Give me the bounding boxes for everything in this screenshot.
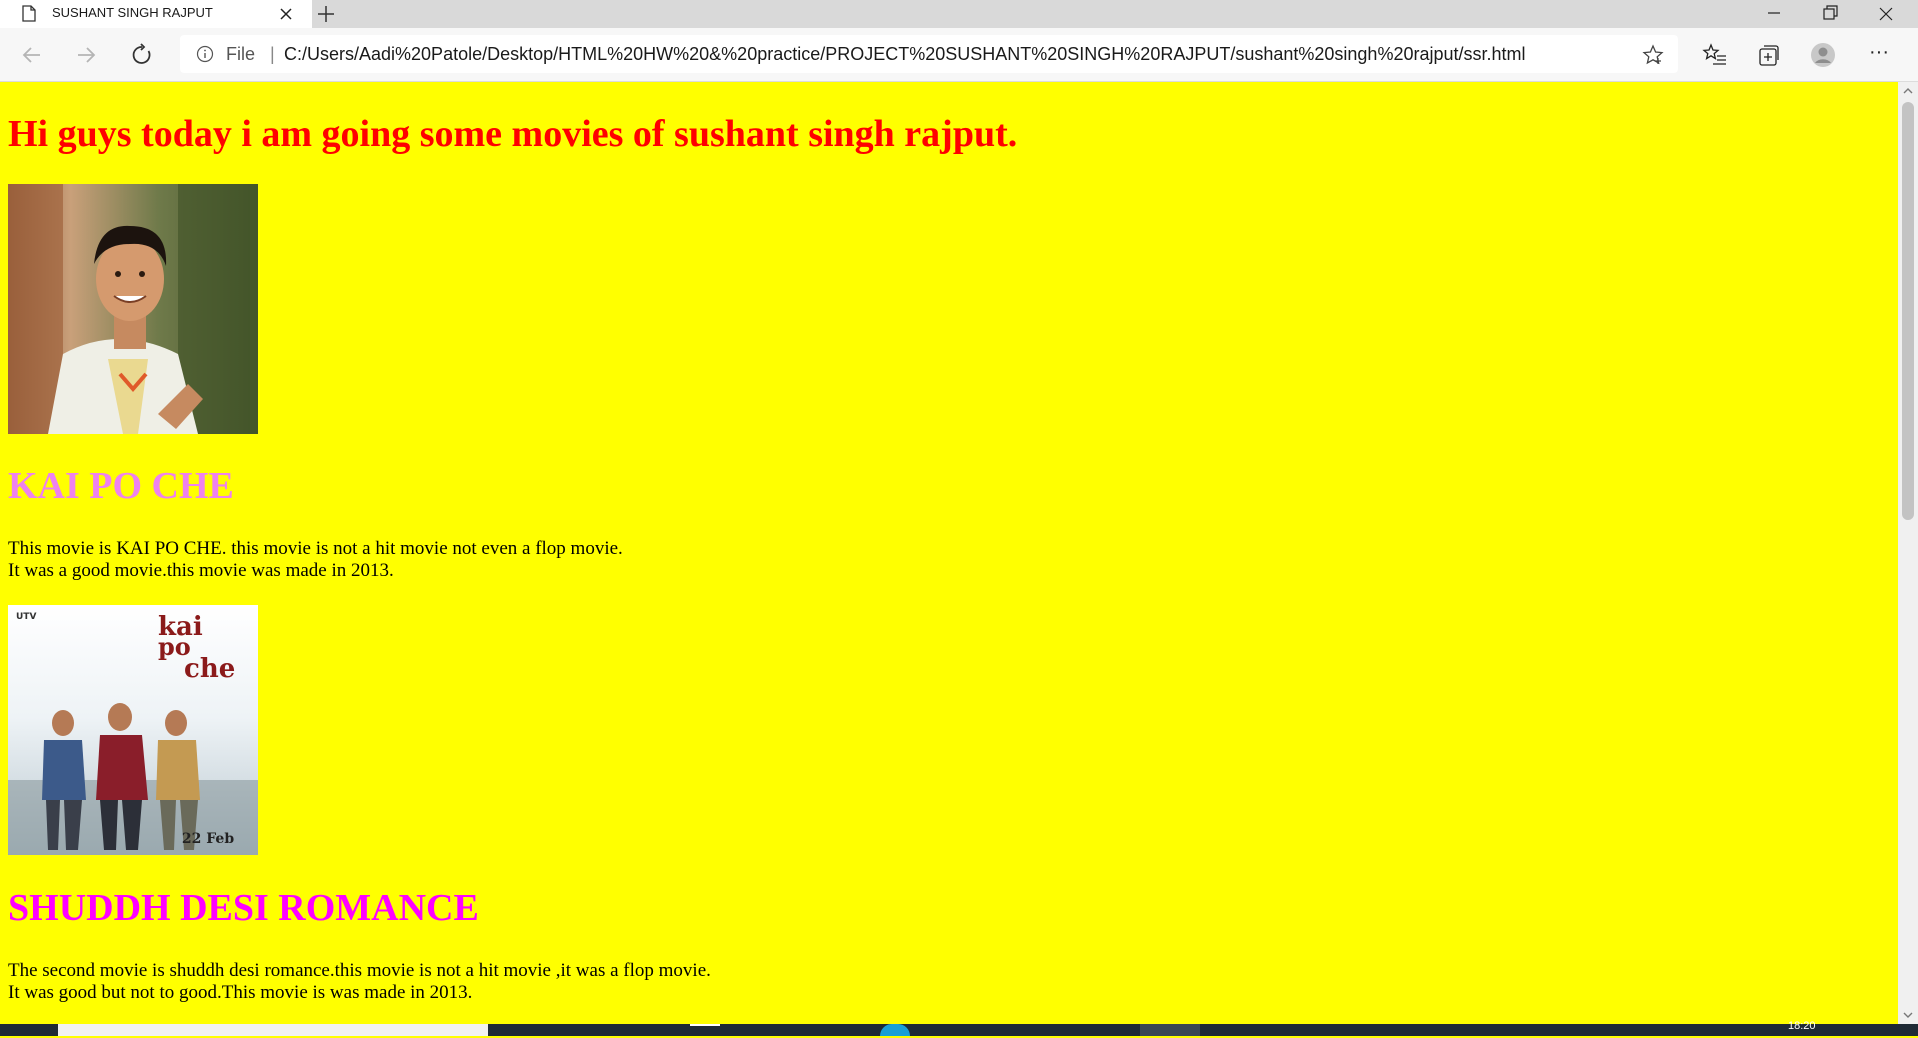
close-tab-icon[interactable] [278,6,294,22]
restore-icon[interactable] [1802,0,1858,28]
taskbar-search-box[interactable] [58,1024,488,1036]
page-heading: Hi guys today i am going some movies of … [8,113,1018,155]
refresh-icon[interactable] [130,43,154,67]
forward-arrow-icon[interactable] [74,43,98,67]
movie-title-shuddh-desi-romance: SHUDDH DESI ROMANCE [8,887,479,929]
scroll-down-arrow-icon[interactable] [1902,1010,1914,1020]
description-line: This movie is KAI PO CHE. this movie is … [8,538,623,559]
scrollbar-thumb[interactable] [1902,102,1914,520]
new-tab-icon[interactable] [316,4,336,24]
browser-toolbar: File | C:/Users/Aadi%20Patole/Desktop/HT… [0,28,1918,82]
poster-studio: UTV [16,612,36,622]
favorites-icon[interactable] [1702,42,1728,68]
description-line: The second movie is shuddh desi romance.… [8,960,711,981]
movie-description-kai-po-che: This movie is KAI PO CHE. this movie is … [8,538,623,582]
minimize-icon[interactable] [1746,0,1802,28]
tab-title: SUSHANT SINGH RAJPUT [52,5,213,20]
settings-more-button[interactable]: ··· [1866,42,1892,68]
description-line: It was a good movie.this movie was made … [8,560,394,581]
poster-release: 22 Feb [182,831,234,847]
page-viewport: Hi guys today i am going some movies of … [0,82,1898,1024]
os-taskbar: 18:20 [0,1020,1918,1036]
scroll-up-arrow-icon[interactable] [1902,86,1914,96]
description-line: It was good but not to good.This movie i… [8,982,473,1003]
browser-tab[interactable]: SUSHANT SINGH RAJPUT [0,0,312,28]
url-text[interactable]: C:/Users/Aadi%20Patole/Desktop/HTML%20HW… [284,44,1526,65]
actor-photo [8,184,258,434]
movie-description-shuddh-desi-romance: The second movie is shuddh desi romance.… [8,960,711,1004]
info-icon[interactable] [196,45,214,63]
back-arrow-icon[interactable] [20,43,44,67]
taskbar-clock: 18:20 [1788,1020,1816,1032]
collections-icon[interactable] [1756,42,1782,68]
kai-po-che-poster: UTV kai po che 22 Feb [8,605,258,855]
tab-bar: SUSHANT SINGH RAJPUT [0,0,1918,28]
movie-title-kai-po-che: KAI PO CHE [8,465,234,507]
taskbar-app-icon[interactable] [1140,1024,1200,1036]
file-scheme-label: File [226,44,256,64]
more-dots: ··· [1869,41,1889,63]
window-close-icon[interactable] [1858,0,1914,28]
address-separator: | [270,44,275,64]
taskbar-app-icon[interactable] [880,1024,910,1036]
page-icon [22,5,36,22]
address-bar[interactable]: File | C:/Users/Aadi%20Patole/Desktop/HT… [180,35,1678,73]
vertical-scrollbar[interactable] [1898,82,1918,1024]
poster-title-line-3: che [184,654,235,684]
star-icon[interactable] [1642,44,1664,66]
actor-photo-image [8,184,258,434]
kai-po-che-poster-image: UTV kai po che 22 Feb [8,605,258,855]
profile-avatar-icon[interactable] [1810,42,1836,68]
